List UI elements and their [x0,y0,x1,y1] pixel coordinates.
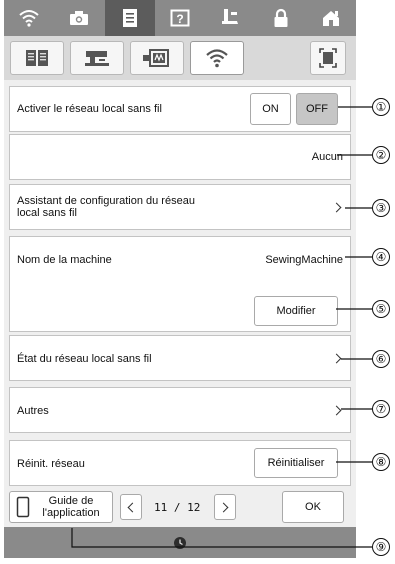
callout-7: ⑦ [372,400,390,418]
callout-6: ⑥ [372,350,390,368]
callout-8: ⑧ [372,453,390,471]
callout-5: ⑤ [372,300,390,318]
callout-9: ⑨ [372,538,390,556]
callout-lines [71,106,372,548]
callout-2: ② [372,146,390,164]
callout-3: ③ [372,199,390,217]
callout-1: ① [372,98,390,116]
callout-4: ④ [372,248,390,266]
